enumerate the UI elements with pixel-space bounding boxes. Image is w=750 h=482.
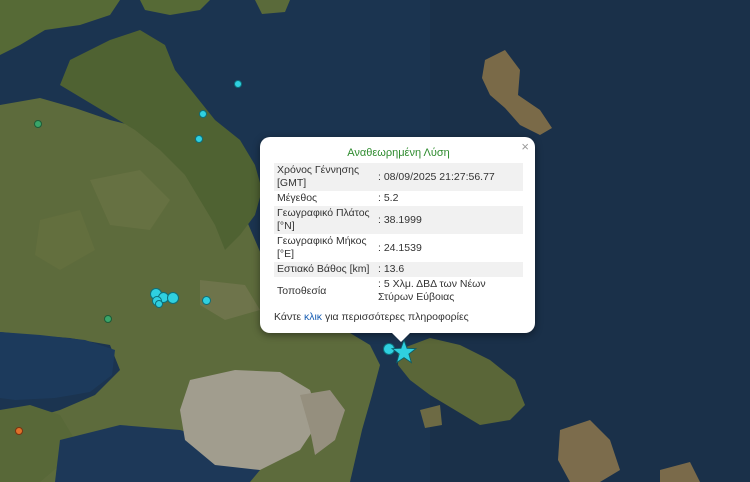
event-marker[interactable] xyxy=(104,315,112,323)
info-value: : 38.1999 xyxy=(374,206,523,234)
info-key: Χρόνος Γέννησης [GMT] xyxy=(274,163,374,191)
star-icon[interactable] xyxy=(391,339,417,365)
event-marker[interactable] xyxy=(195,135,203,143)
event-marker[interactable] xyxy=(202,296,211,305)
event-marker[interactable] xyxy=(34,120,42,128)
close-icon[interactable]: × xyxy=(521,140,529,153)
info-key: Γεωγραφικό Μήκος [°E] xyxy=(274,234,374,262)
info-value: : 08/09/2025 21:27:56.77 xyxy=(374,163,523,191)
event-marker[interactable] xyxy=(167,292,179,304)
popup-tip xyxy=(392,333,410,342)
map-view[interactable]: × Αναθεωρημένη Λύση Χρόνος Γέννησης [GMT… xyxy=(0,0,750,482)
more-info-prefix: Κάντε xyxy=(274,311,304,323)
info-value: : 5.2 xyxy=(374,191,523,206)
info-key: Εστιακό Βάθος [km] xyxy=(274,262,374,277)
event-marker[interactable] xyxy=(155,300,163,308)
earthquake-info-popup: × Αναθεωρημένη Λύση Χρόνος Γέννησης [GMT… xyxy=(260,137,535,342)
info-key: Μέγεθος xyxy=(274,191,374,206)
more-info-suffix: για περισσότερες πληροφορίες xyxy=(322,311,469,323)
event-marker[interactable] xyxy=(234,80,242,88)
info-row: Μέγεθος: 5.2 xyxy=(274,191,523,206)
more-info-link[interactable]: κλικ xyxy=(304,311,322,323)
info-row: Τοποθεσία: 5 Χλμ. ΔΒΔ των Νέων Στύρων Εύ… xyxy=(274,277,523,305)
popup-title: Αναθεωρημένη Λύση xyxy=(347,147,450,159)
event-marker[interactable] xyxy=(199,110,207,118)
info-table: Χρόνος Γέννησης [GMT]: 08/09/2025 21:27:… xyxy=(274,163,523,305)
info-row: Γεωγραφικό Πλάτος [°N]: 38.1999 xyxy=(274,206,523,234)
info-row: Γεωγραφικό Μήκος [°E]: 24.1539 xyxy=(274,234,523,262)
more-info-line: Κάντε κλικ για περισσότερες πληροφορίες xyxy=(274,311,523,323)
info-value: : 24.1539 xyxy=(374,234,523,262)
info-key: Γεωγραφικό Πλάτος [°N] xyxy=(274,206,374,234)
info-value: : 13.6 xyxy=(374,262,523,277)
info-row: Εστιακό Βάθος [km]: 13.6 xyxy=(274,262,523,277)
info-key: Τοποθεσία xyxy=(274,277,374,305)
info-row: Χρόνος Γέννησης [GMT]: 08/09/2025 21:27:… xyxy=(274,163,523,191)
event-marker[interactable] xyxy=(15,427,23,435)
info-value: : 5 Χλμ. ΔΒΔ των Νέων Στύρων Εύβοιας xyxy=(374,277,523,305)
